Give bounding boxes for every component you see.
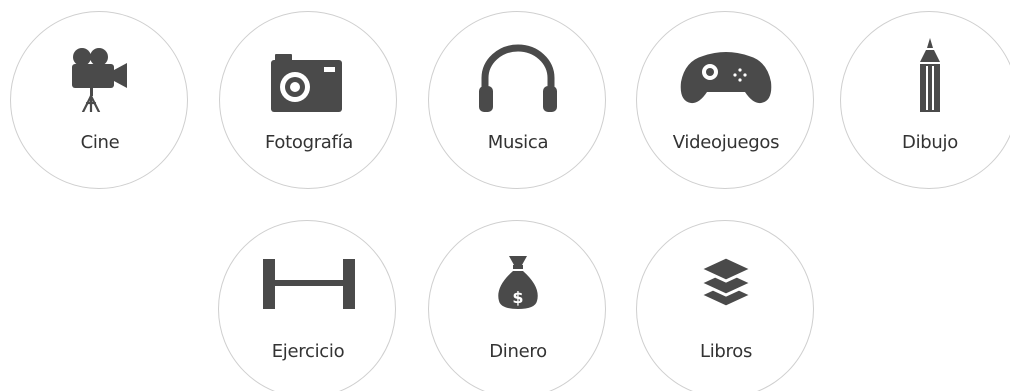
headphones-icon [479,44,557,112]
interest-musica[interactable]: Musica [428,11,606,189]
interest-fotografia[interactable]: Fotografía [219,11,397,189]
interest-dinero[interactable]: $ Dinero [428,220,606,391]
interest-label: Dibujo [902,132,958,153]
svg-text:$: $ [512,288,523,307]
interest-label: Videojuegos [672,132,780,153]
interest-cine[interactable]: Cine [10,11,188,189]
interests-grid: Cine Fotografía Musica Videojuegos Dibuj… [0,0,1010,391]
interest-label: Fotografía [264,132,354,153]
interest-label: Cine [80,132,120,153]
interest-label: Musica [487,132,549,153]
interest-label: Ejercicio [271,341,345,362]
pencil-icon [920,38,940,112]
gamepad-icon [680,52,772,104]
photo-camera-icon [271,54,342,112]
interest-label: Dinero [489,341,547,362]
interest-label: Libros [699,341,753,362]
interest-libros[interactable]: Libros [636,220,814,391]
interest-dibujo[interactable]: Dibujo [840,11,1010,189]
film-camera-icon [72,48,127,112]
layers-icon [698,255,754,309]
barbell-icon [263,259,355,309]
interest-ejercicio[interactable]: Ejercicio [218,220,396,391]
money-bag-icon: $ [498,256,538,309]
interest-videojuegos[interactable]: Videojuegos [636,11,814,189]
